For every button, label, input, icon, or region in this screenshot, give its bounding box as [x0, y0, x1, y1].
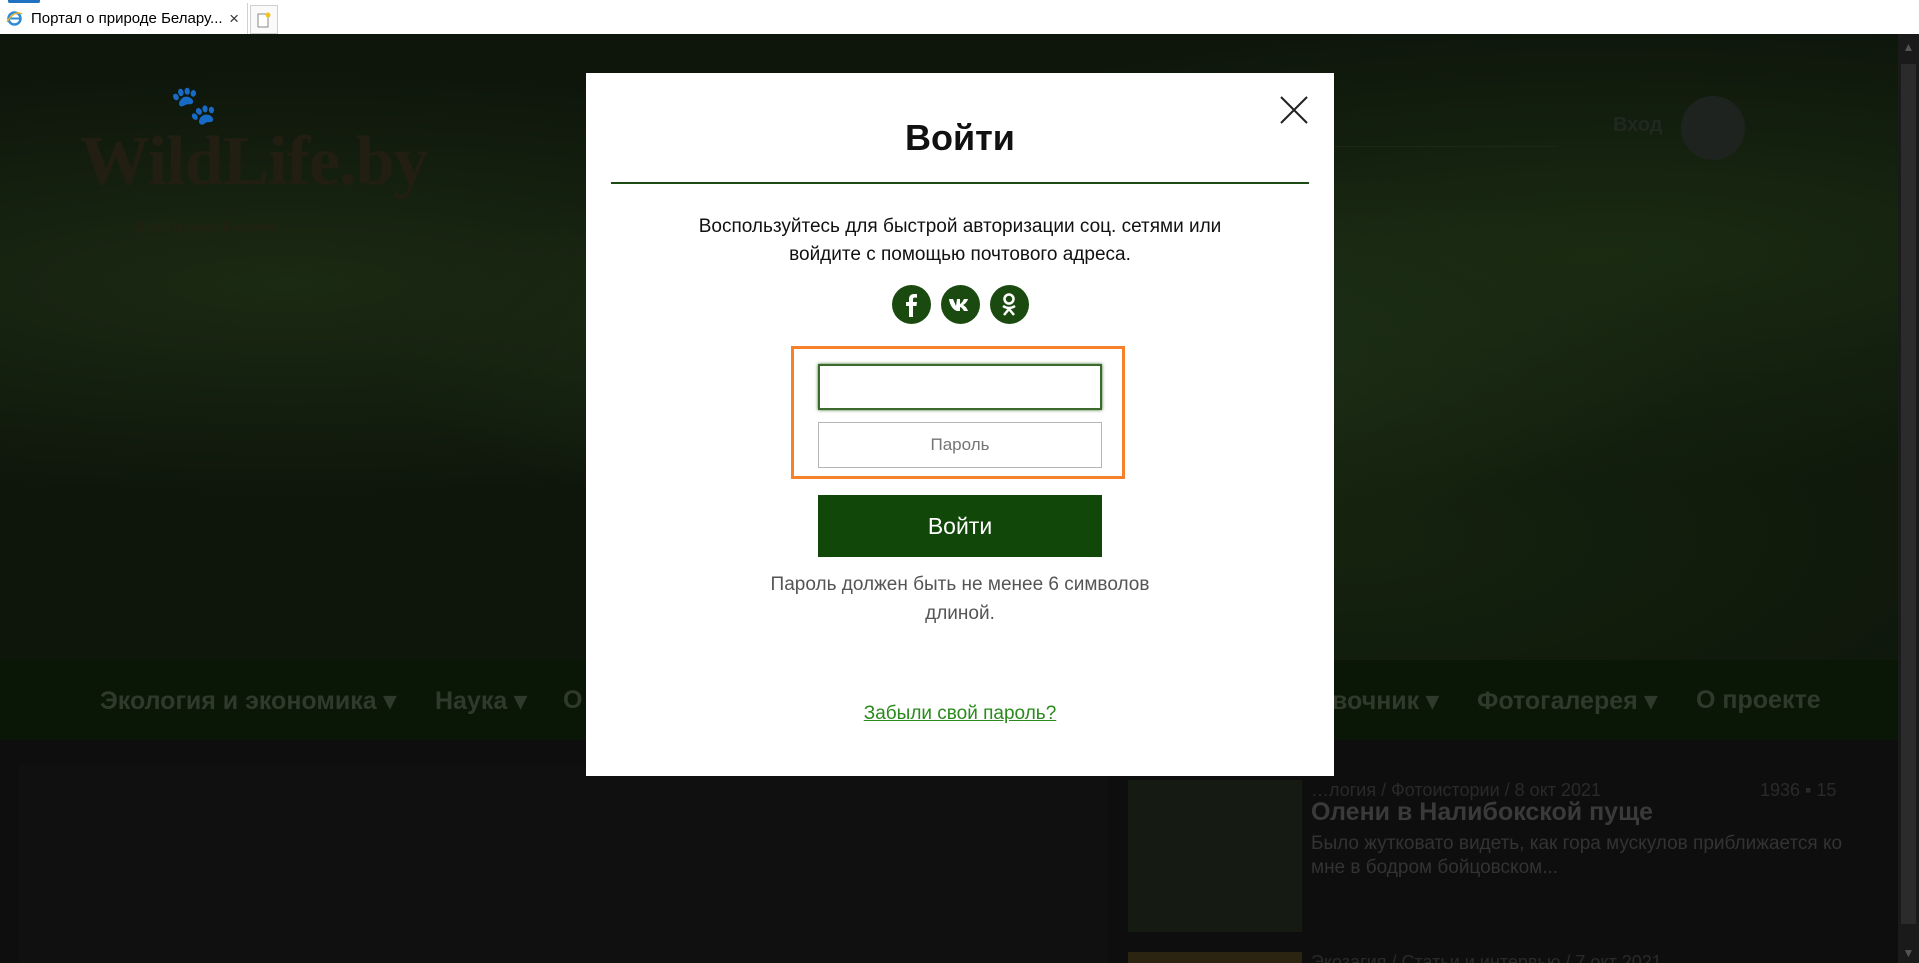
nav-item-science[interactable]: Наука ▾	[435, 686, 527, 716]
password-hint: Пароль должен быть не менее 6 символов д…	[770, 574, 1150, 624]
nav-item-ecology[interactable]: Экология и экономика ▾	[100, 686, 396, 716]
vk-icon[interactable]	[940, 285, 980, 324]
article-meta: Экозагия / Статьи и интервью / 7 окт 202…	[1311, 952, 1662, 963]
browser-tab-title: Портал о природе Белару...	[31, 10, 223, 27]
user-avatar-icon[interactable]	[1681, 96, 1745, 160]
scroll-up-icon[interactable]: ▲	[1898, 36, 1919, 57]
article-thumbnail[interactable]	[1128, 952, 1302, 963]
article-stats: 1936 ▪ 15	[1760, 780, 1837, 800]
modal-title: Войти	[905, 117, 1015, 158]
article-thumbnail[interactable]	[1128, 780, 1302, 932]
featured-image[interactable]	[19, 765, 1108, 963]
password-field[interactable]	[818, 422, 1102, 468]
nav-item-reference[interactable]: вочник ▾	[1332, 686, 1439, 716]
nav-item-partial[interactable]: О	[563, 686, 582, 715]
new-tab-icon	[257, 12, 271, 27]
nav-item-photogallery[interactable]: Фотогалерея ▾	[1477, 686, 1657, 716]
social-login-group	[586, 285, 1334, 324]
scrollbar-thumb[interactable]	[1901, 64, 1916, 924]
close-tab-icon[interactable]: ×	[229, 9, 239, 29]
login-link[interactable]: Вход	[1613, 114, 1662, 137]
forgot-password-link[interactable]: Забыли свой пароль?	[586, 703, 1334, 725]
browser-tab-strip: Портал о природе Белару... ×	[0, 0, 1919, 35]
browser-tab[interactable]: Портал о природе Белару... ×	[0, 3, 248, 34]
article-title[interactable]: Олени в Налибокской пуще	[1311, 798, 1653, 827]
article-excerpt: Было жутковато видеть, как гора мускулов…	[1311, 833, 1843, 878]
search-underline	[1320, 146, 1558, 147]
login-modal: Войти Воспользуйтесь для быстрой авториз…	[586, 73, 1334, 776]
email-field[interactable]	[818, 364, 1102, 410]
odnoklassniki-icon[interactable]	[989, 285, 1029, 324]
login-submit-button[interactable]: Войти	[818, 495, 1102, 557]
logo-text: WildLife.by	[80, 123, 429, 200]
scroll-down-icon[interactable]: ▼	[1898, 942, 1919, 963]
divider	[611, 182, 1309, 184]
page-scrollbar[interactable]: ▲ ▼	[1898, 34, 1919, 963]
nav-item-about[interactable]: О проекте	[1696, 686, 1821, 715]
new-tab-button[interactable]	[250, 5, 278, 34]
logo-subtext: Дикая природа Беларуси	[136, 220, 276, 234]
modal-description: Воспользуйтесь для быстрой авторизации с…	[698, 216, 1222, 265]
facebook-icon[interactable]	[891, 285, 931, 324]
ie-favicon-icon	[6, 10, 23, 27]
